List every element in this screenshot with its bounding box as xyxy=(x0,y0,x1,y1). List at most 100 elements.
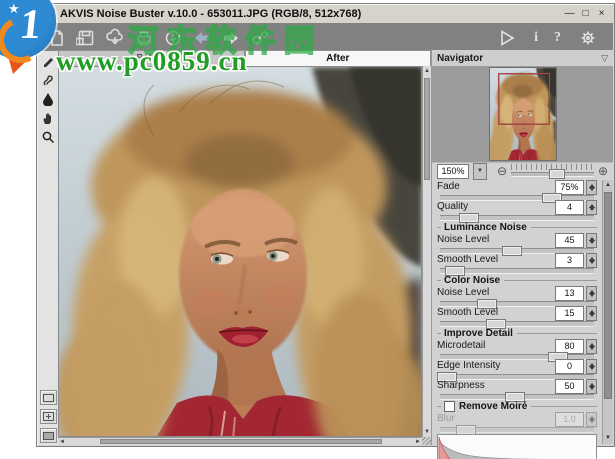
color-smooth-level-row: Smooth Level 15 xyxy=(437,306,597,320)
noise-level-value[interactable]: 45 xyxy=(555,233,584,248)
hand-icon xyxy=(41,111,55,125)
color-noise-group: Color Noise xyxy=(437,274,597,286)
brush-icon xyxy=(41,54,55,68)
title-bar[interactable]: AKVIS Noise Buster v.10.0 - 653011.JPG (… xyxy=(38,5,613,23)
quality-value[interactable]: 4 xyxy=(555,200,584,215)
sharpness-label: Sharpness xyxy=(437,380,485,391)
scroll-left-icon[interactable]: ◄ xyxy=(59,438,65,446)
resize-grip[interactable] xyxy=(422,437,431,445)
remove-moire-checkbox[interactable] xyxy=(444,401,455,412)
fade-spinner[interactable] xyxy=(586,180,597,195)
chevron-down-icon: ▼ xyxy=(477,168,483,174)
tool-column xyxy=(38,51,59,445)
help-icon: ? xyxy=(554,30,561,45)
blur-tool[interactable] xyxy=(38,89,58,108)
group-label: Improve Detail xyxy=(444,328,513,339)
smart-brush-tool[interactable] xyxy=(38,70,58,89)
settings-scroll-thumb[interactable] xyxy=(604,192,612,399)
luminance-noise-group: Luminance Noise xyxy=(437,221,597,233)
edge-intensity-row: Edge Intensity 0 xyxy=(437,359,597,373)
run-button[interactable] xyxy=(496,27,518,49)
quality-spinner[interactable] xyxy=(586,200,597,215)
blur-slider xyxy=(440,427,594,433)
smooth-level-spinner[interactable] xyxy=(586,306,597,321)
save-icon xyxy=(76,28,96,48)
edge-intensity-value[interactable]: 0 xyxy=(555,359,584,374)
histogram-curve xyxy=(438,435,596,459)
microdetail-spinner[interactable] xyxy=(586,339,597,354)
preview-rect-icon xyxy=(43,394,54,402)
vertical-scroll-thumb[interactable] xyxy=(424,78,430,180)
fit-to-window-button[interactable] xyxy=(40,409,57,424)
smooth-level-value[interactable]: 15 xyxy=(555,306,584,321)
noise-level-label: Noise Level xyxy=(437,287,489,298)
magnifier-icon xyxy=(41,130,55,144)
zoom-slider-thumb[interactable] xyxy=(549,169,565,179)
horizontal-scroll-thumb[interactable] xyxy=(100,439,382,444)
sharpness-value[interactable]: 50 xyxy=(555,379,584,394)
blur-spinner xyxy=(586,412,597,427)
microdetail-label: Microdetail xyxy=(437,340,485,351)
fade-row: Fade 75% xyxy=(437,180,597,194)
luminance-noise-level-row: Noise Level 45 xyxy=(437,233,597,247)
zoom-out-button[interactable]: ⊖ xyxy=(497,165,507,177)
edge-intensity-label: Edge Intensity xyxy=(437,360,500,371)
minimize-button[interactable]: — xyxy=(563,8,576,21)
blur-value: 1.0 xyxy=(555,412,584,427)
droplet-icon xyxy=(41,92,55,106)
navigator-thumbnail xyxy=(490,68,556,160)
noise-level-spinner[interactable] xyxy=(586,286,597,301)
quality-row: Quality 4 xyxy=(437,200,597,214)
zoom-dropdown-button[interactable]: ▼ xyxy=(473,163,487,180)
canvas-horizontal-scrollbar[interactable]: ◄ ► xyxy=(58,437,422,445)
scroll-right-icon[interactable]: ► xyxy=(415,438,421,446)
url-watermark-text: www.pc0859.cn xyxy=(56,46,248,77)
image-area: Before After ▲ ▼ ◄ ► xyxy=(58,50,431,445)
noise-level-label: Noise Level xyxy=(437,234,489,245)
sharpness-spinner[interactable] xyxy=(586,379,597,394)
scroll-down-icon[interactable]: ▼ xyxy=(603,433,613,444)
noise-level-value[interactable]: 13 xyxy=(555,286,584,301)
remove-moire-group: Remove Moiré xyxy=(437,400,597,412)
run-icon xyxy=(497,28,517,48)
collapse-triangle-icon[interactable]: ▽ xyxy=(601,53,608,64)
canvas-vertical-scrollbar[interactable]: ▲ ▼ xyxy=(422,66,431,437)
preferences-button[interactable] xyxy=(577,27,599,49)
view-frame[interactable] xyxy=(498,73,550,125)
scroll-up-icon[interactable]: ▲ xyxy=(603,180,613,191)
smooth-level-value[interactable]: 3 xyxy=(555,253,584,268)
color-noise-level-row: Noise Level 13 xyxy=(437,286,597,300)
hand-tool[interactable] xyxy=(38,108,58,127)
smooth-level-label: Smooth Level xyxy=(437,254,498,265)
smooth-level-spinner[interactable] xyxy=(586,253,597,268)
maximize-button[interactable]: □ xyxy=(579,8,592,21)
edge-intensity-spinner[interactable] xyxy=(586,359,597,374)
close-button[interactable]: × xyxy=(595,8,608,21)
settings-scrollbar[interactable]: ▲ ▼ xyxy=(602,180,613,444)
quality-label: Quality xyxy=(437,201,468,212)
smooth-level-label: Smooth Level xyxy=(437,307,498,318)
group-label: Luminance Noise xyxy=(444,222,527,233)
zoom-slider[interactable] xyxy=(511,164,594,178)
fit-image-icon xyxy=(43,412,54,421)
noise-level-spinner[interactable] xyxy=(586,233,597,248)
zoom-tool[interactable] xyxy=(38,127,58,146)
smart-brush-icon xyxy=(41,73,55,87)
fade-label: Fade xyxy=(437,181,460,192)
preview-window-button[interactable] xyxy=(40,390,57,405)
help-button[interactable]: ? xyxy=(554,30,561,46)
image-canvas[interactable] xyxy=(58,66,422,437)
histogram xyxy=(437,434,597,459)
right-panel: Navigator ▽ 150% ▼ ⊖ xyxy=(431,50,613,445)
gear-icon xyxy=(578,28,598,48)
group-label: Color Noise xyxy=(444,275,500,286)
info-button[interactable]: i xyxy=(534,30,538,46)
postprocess-brush-tool[interactable] xyxy=(38,51,58,70)
scroll-up-icon[interactable]: ▲ xyxy=(423,67,431,75)
zoom-in-button[interactable]: ⊕ xyxy=(598,165,608,177)
blur-row: Blur 1.0 xyxy=(437,412,597,426)
zoom-value[interactable]: 150% xyxy=(437,164,469,179)
actual-size-button[interactable] xyxy=(40,428,57,443)
microdetail-row: Microdetail 80 xyxy=(437,339,597,353)
scroll-down-icon[interactable]: ▼ xyxy=(423,428,431,436)
